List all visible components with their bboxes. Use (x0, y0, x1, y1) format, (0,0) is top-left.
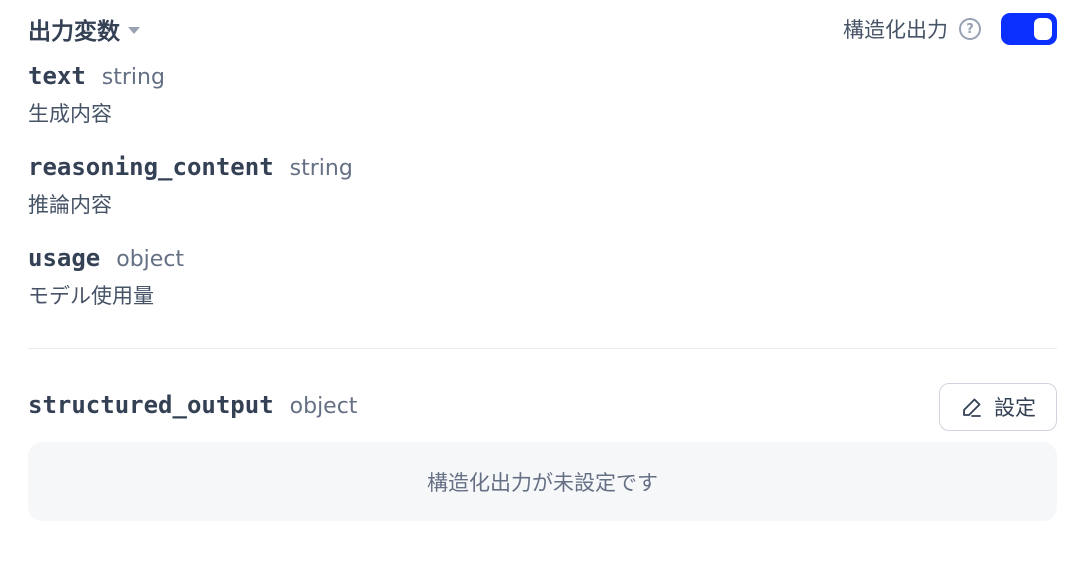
variable-name: reasoning_content (28, 153, 274, 181)
variable-description: 生成内容 (28, 102, 112, 126)
empty-state-text: 構造化出力が未設定です (427, 470, 658, 495)
structured-output-controls: 構造化出力 ? (843, 10, 1057, 48)
structured-output-settings-button[interactable]: 設定 (939, 383, 1057, 431)
caret-down-icon (128, 26, 140, 34)
structured-output-toggle[interactable] (1001, 13, 1057, 45)
pencil-edit-icon (963, 398, 981, 417)
variable-type: string (101, 65, 165, 90)
output-variables-collapse-toggle[interactable]: 出力変数 (28, 10, 140, 48)
section-title: 出力変数 (28, 19, 120, 45)
variable-name: structured_output (28, 391, 274, 419)
variable-item: usage object モデル使用量 (28, 244, 184, 310)
variable-item: text string 生成内容 (28, 62, 165, 128)
variable-name: text (28, 62, 86, 90)
variable-type: string (289, 156, 353, 181)
settings-button-label: 設定 (994, 396, 1036, 420)
question-circle-icon[interactable]: ? (959, 18, 981, 40)
variable-item: reasoning_content string 推論内容 (28, 153, 353, 219)
variable-row: usage object (28, 244, 184, 272)
structured-output-label: 構造化出力 (843, 18, 948, 42)
output-variables-header: 出力変数 構造化出力 ? (28, 10, 1057, 48)
variable-row: reasoning_content string (28, 153, 353, 181)
variable-type: object (289, 394, 358, 419)
variable-row: text string (28, 62, 165, 90)
variable-type: object (116, 247, 185, 272)
variable-description: モデル使用量 (28, 284, 154, 308)
structured-output-empty-state: 構造化出力が未設定です (28, 442, 1057, 521)
section-divider (28, 348, 1057, 349)
toggle-knob (1034, 18, 1052, 40)
structured-output-row: structured_output object 設定 (28, 383, 1057, 431)
variable-description: 推論内容 (28, 193, 112, 217)
variable-name: usage (28, 244, 101, 272)
structured-output-variable: structured_output object (28, 391, 357, 419)
